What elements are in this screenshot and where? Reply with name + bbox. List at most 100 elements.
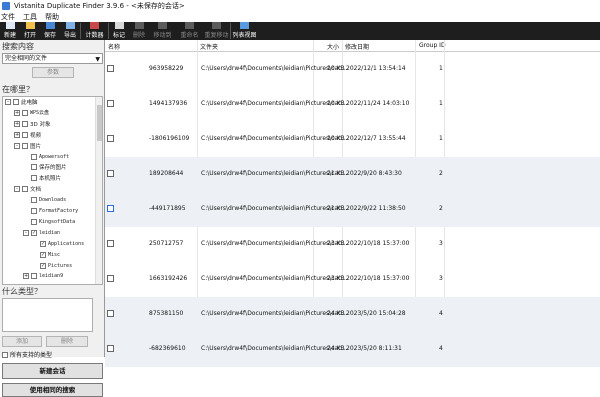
cell-date: 2022/11/24 14:03:10	[346, 100, 410, 107]
table-row[interactable]: 963958229 C:\Users\drw4f\Documents\leidia…	[105, 52, 600, 87]
tree-node[interactable]: Downloads	[23, 196, 66, 204]
table-row[interactable]: 1494137936 C:\Users\drw4f\Documents\leidi…	[105, 87, 600, 122]
tree-node[interactable]: Apowersoft	[23, 153, 69, 161]
cell-group: 2	[439, 205, 443, 212]
collapse-icon[interactable]: -	[14, 142, 20, 149]
row-checkbox[interactable]	[107, 310, 114, 317]
toolbar-counter-button[interactable]: 计数器	[81, 22, 108, 40]
tree-node[interactable]: FormatFactory	[23, 207, 78, 215]
delete-type-button[interactable]: 删除	[46, 336, 88, 347]
expand-icon[interactable]: +	[14, 109, 20, 116]
tree-node[interactable]: + 视频	[14, 131, 41, 139]
toolbar-open-folder-button[interactable]: 打开	[20, 22, 40, 40]
row-checkbox[interactable]	[107, 100, 114, 107]
tree-node[interactable]: KingsoftData	[23, 218, 75, 226]
menu-tools[interactable]: 工具	[23, 12, 37, 22]
folder-tree[interactable]: - 此电脑 + WPS云盘 +3D 对象 + 视频 - 图片 Apowersoft 保存的图片本机照…	[2, 96, 103, 285]
collapse-icon[interactable]: -	[23, 229, 29, 236]
tree-node-checkbox[interactable]	[40, 251, 46, 258]
menu-help[interactable]: 帮助	[45, 12, 59, 22]
row-checkbox[interactable]	[107, 205, 114, 212]
tree-node-checkbox[interactable]	[22, 186, 28, 193]
toolbar-button-label: 列表视图	[232, 32, 257, 39]
collapse-icon[interactable]: -	[14, 186, 20, 193]
table-row[interactable]: -1806196109 C:\Users\drw4f\Documents\leid…	[105, 122, 600, 157]
params-button[interactable]: 参数	[32, 67, 74, 78]
toolbar-move-button[interactable]: 移动到	[149, 22, 176, 40]
table-row[interactable]: 1663192426 C:\Users\drw4f\Documents\leidi…	[105, 262, 600, 297]
row-checkbox[interactable]	[107, 65, 114, 72]
expand-icon[interactable]: +	[23, 273, 29, 280]
col-header-name[interactable]: 名称	[108, 42, 120, 51]
toolbar-list-view-button[interactable]: 列表视图	[231, 22, 258, 40]
tree-node[interactable]: +3D 对象	[14, 120, 50, 128]
tree-node-checkbox[interactable]	[22, 131, 28, 138]
table-row[interactable]: -682369610 C:\Users\drw4f\Documents\leidi…	[105, 332, 600, 367]
file-types-list[interactable]	[2, 298, 93, 332]
tree-node-checkbox[interactable]	[31, 229, 37, 236]
tree-node[interactable]: + leidian9	[23, 272, 63, 280]
toolbar-export-button[interactable]: 导出	[60, 22, 80, 40]
row-checkbox[interactable]	[107, 170, 114, 177]
tree-scrollbar-thumb[interactable]	[97, 105, 102, 141]
add-type-button[interactable]: 添加	[2, 336, 42, 347]
new-session-button[interactable]: 新建会话	[2, 363, 103, 379]
tree-node-checkbox[interactable]	[22, 120, 28, 127]
tree-node-checkbox[interactable]	[31, 218, 37, 225]
menu-file[interactable]: 文件	[1, 12, 15, 22]
table-row[interactable]: 189208644 C:\Users\drw4f\Documents\leidia…	[105, 157, 600, 192]
row-checkbox[interactable]	[107, 345, 114, 352]
tree-node-checkbox[interactable]	[31, 164, 37, 171]
search-mode-select[interactable]: 完全相同的文件 ▼	[2, 53, 103, 64]
toolbar-mark-button[interactable]: 标记	[109, 22, 129, 40]
tree-node[interactable]: - 此电脑	[5, 98, 38, 106]
tree-node-checkbox[interactable]	[31, 197, 37, 204]
toolbar-save-button[interactable]: 保存	[40, 22, 60, 40]
tree-node-checkbox[interactable]	[31, 273, 37, 280]
row-checkbox[interactable]	[107, 135, 114, 142]
table-row[interactable]: -449171895 C:\Users\drw4f\Documents\leidi…	[105, 192, 600, 227]
tree-node-checkbox[interactable]	[31, 175, 37, 182]
tree-node[interactable]: - 文档	[14, 185, 41, 193]
col-header-folder[interactable]: 文件夹	[200, 42, 218, 51]
toolbar-rename-button[interactable]: 重命名	[176, 22, 203, 40]
tree-node[interactable]: - 图片	[14, 142, 41, 150]
tree-node-checkbox[interactable]	[31, 208, 37, 214]
tree-node-checkbox[interactable]	[40, 262, 46, 269]
results-grid[interactable]: 名称 文件夹 大小 修改日期 Group ID 963958229 C:\User…	[104, 40, 600, 367]
col-header-size[interactable]: 大小	[327, 42, 339, 51]
tree-node[interactable]: Pictures	[32, 262, 72, 270]
toolbar-new-doc-button[interactable]: 新建	[0, 22, 20, 40]
table-row[interactable]: 875381150 C:\Users\drw4f\Documents\leidia…	[105, 297, 600, 332]
tree-node-checkbox[interactable]	[31, 153, 37, 160]
list-view-icon	[240, 22, 249, 29]
cell-name: 1663192426	[149, 275, 188, 282]
col-header-group[interactable]: Group ID	[419, 42, 446, 49]
expand-icon[interactable]: +	[14, 120, 20, 127]
tree-node-checkbox[interactable]	[40, 240, 46, 247]
tree-node-checkbox[interactable]	[22, 109, 28, 116]
toolbar-repeat-move-button[interactable]: 重复移动	[203, 22, 230, 40]
tree-node[interactable]: 保存的图片	[23, 163, 67, 171]
tree-node[interactable]: + WPS云盘	[14, 109, 49, 117]
table-row[interactable]: 250712757 C:\Users\drw4f\Documents\leidia…	[105, 227, 600, 262]
cell-group: 3	[439, 275, 443, 282]
tree-node[interactable]: Applications	[32, 240, 84, 248]
tree-node[interactable]: Misc	[32, 251, 60, 259]
expand-icon[interactable]: +	[14, 131, 20, 138]
tree-node[interactable]: - leidian	[23, 229, 60, 237]
tree-node[interactable]: 本机照片	[23, 174, 61, 182]
col-header-date[interactable]: 修改日期	[345, 42, 369, 51]
row-checkbox[interactable]	[107, 240, 114, 247]
use-same-search-button[interactable]: 使用相同的搜索	[2, 383, 103, 397]
all-types-checkbox-row[interactable]: 所有支持的类型	[2, 350, 52, 359]
cell-name: 250712757	[149, 240, 184, 247]
tree-scrollbar[interactable]	[95, 97, 102, 284]
tree-node-checkbox[interactable]	[13, 99, 19, 105]
tree-node-checkbox[interactable]	[22, 142, 28, 149]
collapse-icon[interactable]: -	[5, 99, 11, 105]
row-checkbox[interactable]	[107, 275, 114, 282]
tree-node-label: 保存的图片	[39, 165, 67, 172]
toolbar-delete-button[interactable]: 删除	[129, 22, 149, 40]
